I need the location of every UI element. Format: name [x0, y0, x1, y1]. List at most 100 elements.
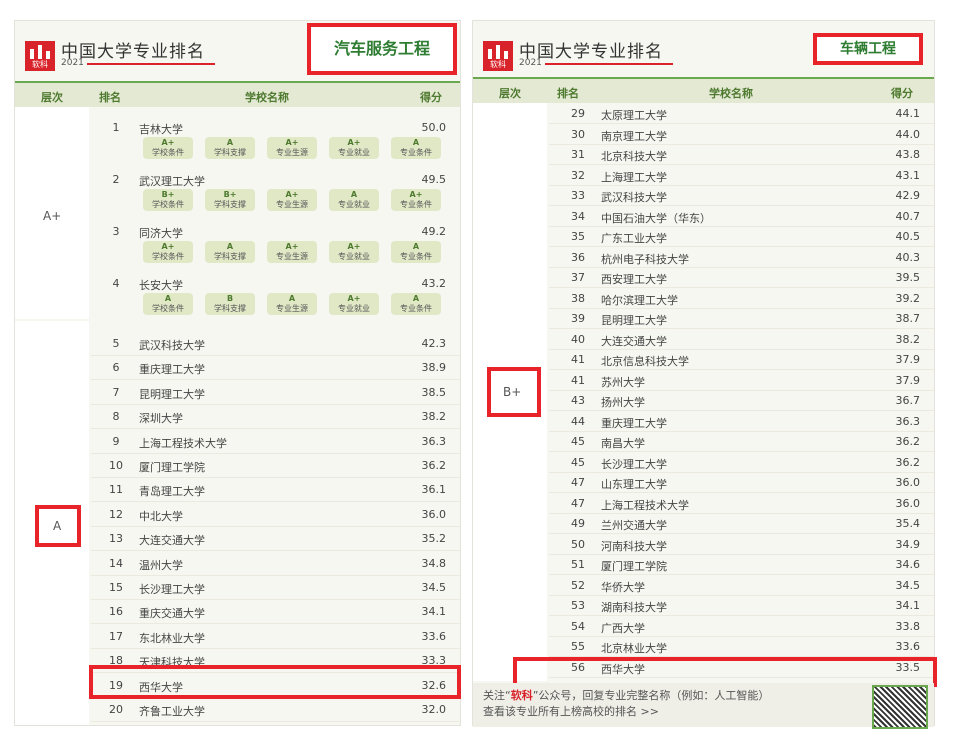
- rank: 9: [112, 434, 120, 448]
- score: 43.2: [421, 277, 447, 290]
- grade-badge: A 专业条件: [391, 137, 441, 159]
- school-name: 武汉理工大学: [139, 175, 205, 188]
- rank: 36: [571, 250, 585, 264]
- footer-promo[interactable]: 关注“软科”公众号，回复专业完整名称（例如：人工智能） 查看该专业所有上榜高校的…: [473, 683, 934, 729]
- rank: 54: [571, 619, 585, 633]
- col-rank: 排名: [557, 87, 579, 100]
- rank: 50: [571, 537, 585, 551]
- qr-code-icon: [872, 685, 928, 729]
- rank: 2: [112, 173, 120, 186]
- grade-value: A: [288, 294, 296, 303]
- grade-badge: A+ 专业生源: [267, 241, 317, 263]
- school-name: 广东工业大学: [601, 232, 667, 245]
- school-name: 苏州大学: [601, 375, 645, 389]
- score: 36.1: [421, 483, 447, 497]
- criterion-label: 学校条件: [152, 304, 184, 313]
- major-tag: 汽车服务工程: [307, 23, 457, 75]
- rank: 29: [571, 107, 585, 120]
- table-header: 层次 排名 学校名称 得分: [473, 77, 934, 103]
- grade-value: A+: [347, 242, 361, 251]
- score: 39.2: [895, 291, 921, 305]
- right-ranking-panel: 软科 中国大学专业排名 2021 车辆工程 层次 排名 学校名称 得分 B+ 2…: [472, 20, 937, 729]
- score: 49.5: [421, 173, 447, 186]
- score: 37.9: [895, 353, 921, 366]
- score: 32.0: [421, 703, 447, 716]
- rank: 41: [571, 353, 585, 366]
- school-name: 青岛理工大学: [139, 485, 205, 499]
- score: 38.5: [421, 385, 447, 399]
- grade-badge: A+ 学校条件: [143, 241, 193, 263]
- grade-badge: A+ 学校条件: [143, 137, 193, 159]
- rank: 12: [109, 507, 123, 521]
- school-name: 北京科技大学: [601, 150, 667, 163]
- school-name: 中北大学: [139, 509, 183, 523]
- score: 38.2: [421, 410, 447, 424]
- grade-value: A: [226, 242, 234, 251]
- criterion-label: 专业就业: [338, 148, 370, 157]
- col-rank: 排名: [99, 91, 121, 104]
- rank: 17: [109, 629, 123, 643]
- score: 37.9: [895, 373, 921, 387]
- score: 34.1: [421, 605, 447, 619]
- criterion-label: 专业条件: [400, 304, 432, 313]
- criterion-label: 专业生源: [276, 200, 308, 209]
- rank: 20: [109, 703, 123, 716]
- score: 43.1: [895, 168, 921, 182]
- grade-badge: A+ 专业生源: [267, 137, 317, 159]
- school-name: 中国石油大学（华东）: [601, 211, 711, 225]
- left-ranking-panel: 软科 中国大学专业排名 2021 汽车服务工程 层次 排名 学校名称 得分 A+…: [14, 20, 461, 726]
- grade-value: A: [412, 138, 420, 147]
- col-school: 学校名称: [245, 91, 289, 104]
- rank: 41: [571, 373, 585, 387]
- school-name: 齐鲁工业大学: [139, 705, 205, 718]
- table-header: 层次 排名 学校名称 得分: [15, 81, 460, 107]
- rank: 55: [571, 640, 585, 653]
- school-name: 长沙理工大学: [601, 457, 667, 471]
- grade-badge: A 专业条件: [391, 241, 441, 263]
- grade-badge: A+ 专业生源: [267, 189, 317, 211]
- grade-value: B+: [161, 190, 175, 199]
- school-name: 大连交通大学: [601, 334, 667, 348]
- school-name: 南昌大学: [601, 437, 645, 450]
- rank: 45: [571, 455, 585, 469]
- rank: 44: [571, 414, 585, 428]
- rank: 16: [109, 605, 123, 619]
- school-name: 昆明理工大学: [601, 314, 667, 327]
- score: 42.9: [895, 189, 921, 202]
- school-name: 深圳大学: [139, 412, 183, 426]
- criterion-label: 专业生源: [276, 304, 308, 313]
- rank: 30: [571, 127, 585, 141]
- rank: 7: [112, 385, 120, 399]
- grade-badge: A+ 专业就业: [329, 241, 379, 263]
- rank: 31: [571, 148, 585, 161]
- score: 34.5: [895, 578, 921, 592]
- footer-line-2[interactable]: 查看该专业所有上榜高校的排名 >>: [483, 703, 659, 719]
- school-name: 杭州电子科技大学: [601, 252, 689, 266]
- score: 36.2: [895, 455, 921, 469]
- school-name: 上海工程技术大学: [139, 436, 227, 450]
- school-name: 厦门理工学院: [139, 461, 205, 474]
- level-label-aplus: A+: [43, 209, 62, 223]
- score: 50.0: [421, 121, 447, 134]
- score: 34.6: [895, 558, 921, 571]
- grade-value: B: [226, 294, 234, 303]
- rank: 40: [571, 332, 585, 346]
- footer-line-1: 关注“软科”公众号，回复专业完整名称（例如：人工智能）: [483, 689, 770, 702]
- rank: 8: [112, 410, 120, 424]
- criterion-label: 学校条件: [152, 252, 184, 261]
- rank: 39: [571, 312, 585, 325]
- score: 35.4: [895, 517, 921, 530]
- rank: 35: [571, 230, 585, 243]
- score: 36.7: [895, 394, 921, 407]
- rank: 51: [571, 558, 585, 571]
- shanghairanking-logo-icon: 软科: [483, 41, 513, 71]
- rank: 33: [571, 189, 585, 202]
- rank: 37: [571, 271, 585, 284]
- criterion-label: 专业条件: [400, 200, 432, 209]
- school-name: 重庆理工大学: [601, 416, 667, 430]
- rank: 49: [571, 517, 585, 530]
- rank: 3: [112, 225, 120, 238]
- grade-value: A: [350, 190, 358, 199]
- score: 44.0: [895, 127, 921, 141]
- criterion-label: 学科支撑: [214, 148, 246, 157]
